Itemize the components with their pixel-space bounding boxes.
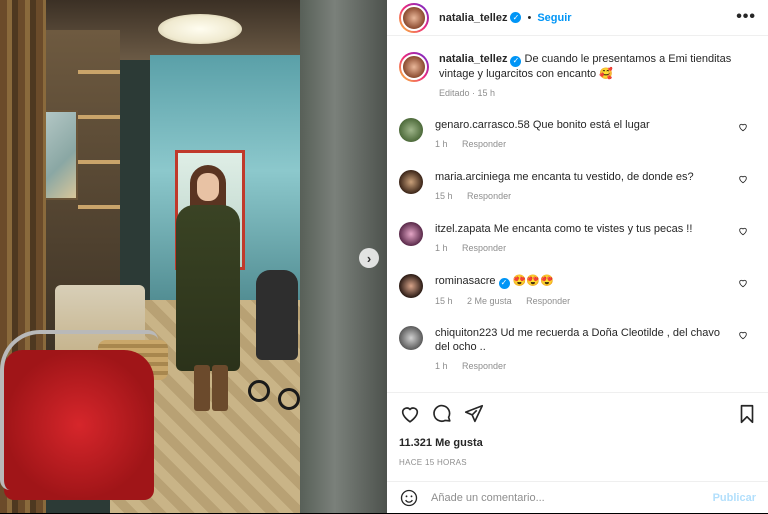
- paper-plane-icon[interactable]: [463, 403, 485, 425]
- comment-item: rominasacre ✓ 😍😍😍 15 h 2 Me gusta Respond…: [399, 274, 756, 308]
- comment-heart-icon[interactable]: [738, 226, 748, 236]
- comment-time: 1 h: [435, 243, 448, 253]
- post-modal: › natalia_tellez ✓ • Seguir ••• natalia_…: [0, 0, 768, 513]
- caption-username[interactable]: natalia_tellez: [439, 53, 507, 65]
- commenter-avatar[interactable]: [399, 222, 423, 246]
- comment-item: itzel.zapata Me encanta como te vistes y…: [399, 222, 756, 255]
- author-avatar[interactable]: [399, 2, 429, 33]
- comment-username[interactable]: genaro.carrasco.58: [435, 119, 530, 131]
- comment-likes[interactable]: 2 Me gusta: [467, 296, 512, 306]
- comment-heart-icon[interactable]: [738, 278, 748, 288]
- caption-avatar[interactable]: [399, 52, 429, 82]
- verified-badge-icon: ✓: [498, 277, 510, 289]
- comment-username[interactable]: chiquiton223: [435, 327, 497, 339]
- caption-item: natalia_tellez ✓ De cuando le presentamos…: [399, 52, 756, 100]
- caption-meta: Editado · 15 h: [439, 86, 739, 100]
- post-photo[interactable]: ›: [0, 0, 387, 513]
- comment-time: 1 h: [435, 361, 448, 371]
- chevron-right-icon: ›: [366, 250, 372, 266]
- post-header: natalia_tellez ✓ • Seguir •••: [387, 0, 768, 36]
- photo-shelf: [78, 70, 120, 74]
- comment-item: genaro.carrasco.58 Que bonito está el lu…: [399, 118, 756, 151]
- comment-body: genaro.carrasco.58 Que bonito está el lu…: [435, 118, 735, 151]
- comment-body: chiquiton223 Ud me recuerda a Doña Cleot…: [435, 326, 735, 373]
- photo-stroller-wheel: [248, 380, 270, 402]
- comment-meta: 1 h Responder: [435, 241, 735, 255]
- comment-meta: 1 h Responder: [435, 359, 735, 373]
- comment-icon[interactable]: [431, 403, 453, 425]
- comment-item: chiquiton223 Ud me recuerda a Doña Cleot…: [399, 326, 756, 373]
- comment-item: maria.arciniega me encanta tu vestido, d…: [399, 170, 756, 203]
- photo-stroller-body: [256, 270, 298, 360]
- commenter-avatar[interactable]: [399, 326, 423, 350]
- caption-body: natalia_tellez ✓ De cuando le presentamos…: [439, 52, 739, 100]
- comment-meta: 15 h Responder: [435, 189, 735, 203]
- follow-button[interactable]: Seguir: [537, 12, 571, 24]
- comment-heart-icon[interactable]: [738, 122, 748, 132]
- post-actions: 11.321 Me gusta HACE 15 HORAS Publicar: [387, 392, 768, 513]
- comment-time: 1 h: [435, 139, 448, 149]
- next-photo-button[interactable]: ›: [359, 248, 379, 268]
- comment-time: 15 h: [435, 295, 453, 306]
- reply-button[interactable]: Responder: [462, 139, 506, 149]
- comment-meta: 15 h 2 Me gusta Responder: [435, 294, 735, 308]
- action-icon-row: [399, 403, 495, 425]
- bookmark-icon[interactable]: [736, 403, 758, 425]
- comment-text: 😍😍😍: [512, 275, 554, 287]
- verified-badge-icon: ✓: [510, 55, 522, 67]
- photo-chair-frame: [0, 330, 158, 490]
- comment-composer: Publicar: [387, 481, 768, 514]
- comment-username[interactable]: maria.arciniega: [435, 171, 510, 183]
- comment-meta: 1 h Responder: [435, 137, 735, 151]
- comments-list[interactable]: natalia_tellez ✓ De cuando le presentamos…: [387, 46, 768, 392]
- comment-time: 15 h: [435, 191, 453, 201]
- verified-badge-icon: ✓: [510, 12, 522, 23]
- photo-ceiling-lamp: [158, 14, 242, 44]
- photo-person-boot: [194, 365, 210, 411]
- heart-icon[interactable]: [399, 403, 421, 425]
- photo-person-dress: [176, 205, 240, 371]
- comment-text: me encanta tu vestido, de donde es?: [513, 171, 694, 183]
- smiley-icon[interactable]: [399, 488, 419, 508]
- comment-heart-icon[interactable]: [738, 174, 748, 184]
- photo-person-face: [197, 173, 219, 201]
- comment-input[interactable]: [431, 492, 713, 504]
- commenter-avatar[interactable]: [399, 170, 423, 194]
- photo-shelf: [78, 160, 120, 164]
- comment-text: Me encanta como te vistes y tus pecas !!: [493, 223, 693, 235]
- photo-red-chair: [0, 330, 160, 500]
- reply-button[interactable]: Responder: [462, 243, 506, 253]
- reply-button[interactable]: Responder: [462, 361, 506, 371]
- commenter-avatar[interactable]: [399, 118, 423, 142]
- photo-stroller: [248, 270, 300, 420]
- separator-dot: •: [527, 11, 532, 24]
- publish-button[interactable]: Publicar: [713, 492, 756, 504]
- reply-button[interactable]: Responder: [526, 296, 570, 306]
- comment-heart-icon[interactable]: [738, 330, 748, 340]
- photo-shelf: [78, 115, 120, 119]
- post-time-ago: HACE 15 HORAS: [399, 458, 467, 467]
- caption-edited-time: Editado · 15 h: [439, 87, 496, 98]
- post-side-panel: natalia_tellez ✓ • Seguir ••• natalia_te…: [387, 0, 768, 513]
- photo-shelf: [78, 205, 120, 209]
- comment-body: rominasacre ✓ 😍😍😍 15 h 2 Me gusta Respond…: [435, 274, 735, 308]
- author-username[interactable]: natalia_tellez: [439, 12, 507, 24]
- commenter-avatar[interactable]: [399, 274, 423, 298]
- comment-body: itzel.zapata Me encanta como te vistes y…: [435, 222, 735, 255]
- comment-body: maria.arciniega me encanta tu vestido, d…: [435, 170, 735, 203]
- comment-username[interactable]: rominasacre: [435, 275, 496, 287]
- photo-person: [170, 165, 246, 415]
- comment-username[interactable]: itzel.zapata: [435, 223, 491, 235]
- comment-text: Que bonito está el lugar: [532, 119, 650, 131]
- photo-stroller-wheel: [278, 388, 300, 410]
- more-options-icon[interactable]: •••: [736, 8, 756, 26]
- likes-count[interactable]: 11.321 Me gusta: [399, 437, 483, 449]
- photo-person-boot: [212, 365, 228, 411]
- reply-button[interactable]: Responder: [467, 191, 511, 201]
